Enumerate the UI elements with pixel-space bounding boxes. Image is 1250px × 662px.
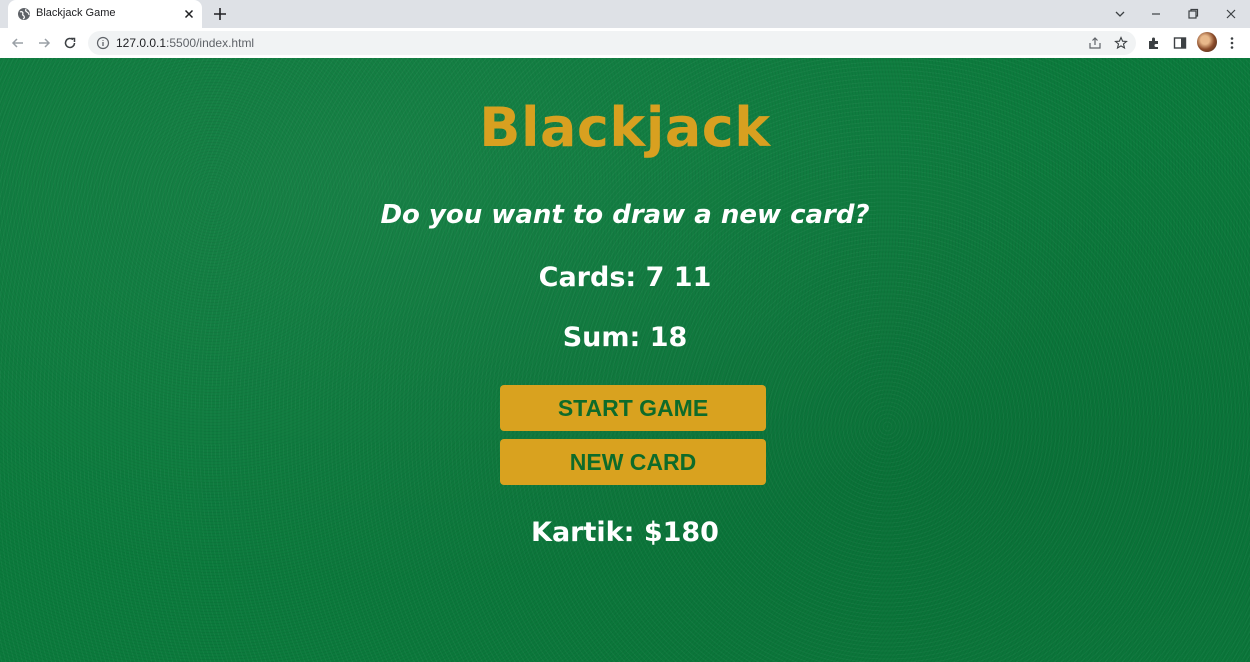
cards-label: Cards:	[538, 262, 637, 293]
browser-tab-strip: Blackjack Game	[0, 0, 1250, 28]
side-panel-icon[interactable]	[1172, 35, 1188, 51]
game-message: Do you want to draw a new card?	[380, 200, 870, 230]
close-tab-icon[interactable]	[182, 7, 196, 21]
sum-label: Sum:	[562, 322, 641, 353]
restore-icon[interactable]	[1185, 6, 1201, 22]
sum-display: Sum: 18	[0, 322, 1250, 353]
player-info: Kartik: $180	[0, 517, 1250, 548]
reload-icon[interactable]	[62, 35, 78, 51]
url-path: :5500/index.html	[166, 36, 255, 50]
blackjack-page: Blackjack Do you want to draw a new card…	[0, 58, 1250, 662]
close-window-icon[interactable]	[1223, 6, 1239, 22]
game-title: Blackjack	[479, 96, 771, 159]
profile-avatar[interactable]	[1197, 32, 1217, 52]
bookmark-star-icon[interactable]	[1114, 36, 1128, 50]
tab-search-icon[interactable]	[1112, 6, 1128, 22]
globe-icon	[18, 8, 30, 20]
start-game-button[interactable]: START GAME	[500, 385, 766, 431]
cards-value: 7 11	[645, 262, 712, 293]
back-icon[interactable]	[10, 35, 26, 51]
player-name: Kartik:	[531, 517, 635, 548]
new-card-button[interactable]: NEW CARD	[500, 439, 766, 485]
cards-display: Cards: 7 11	[0, 262, 1250, 293]
address-bar[interactable]: 127.0.0.1:5500/index.html	[88, 31, 1136, 55]
minimize-icon[interactable]	[1148, 6, 1164, 22]
more-menu-icon[interactable]	[1224, 35, 1240, 51]
extensions-icon[interactable]	[1146, 35, 1162, 51]
share-icon[interactable]	[1088, 36, 1102, 50]
player-chips: $180	[643, 517, 719, 548]
url-text: 127.0.0.1:5500/index.html	[116, 36, 254, 50]
sum-value: 18	[649, 322, 688, 353]
new-tab-icon[interactable]	[212, 6, 228, 22]
browser-tab[interactable]: Blackjack Game	[8, 0, 202, 28]
url-host: 127.0.0.1	[116, 36, 167, 50]
site-info-icon[interactable]	[96, 36, 110, 50]
tab-title: Blackjack Game	[36, 7, 116, 19]
browser-toolbar: 127.0.0.1:5500/index.html	[0, 28, 1250, 58]
forward-icon[interactable]	[36, 35, 52, 51]
